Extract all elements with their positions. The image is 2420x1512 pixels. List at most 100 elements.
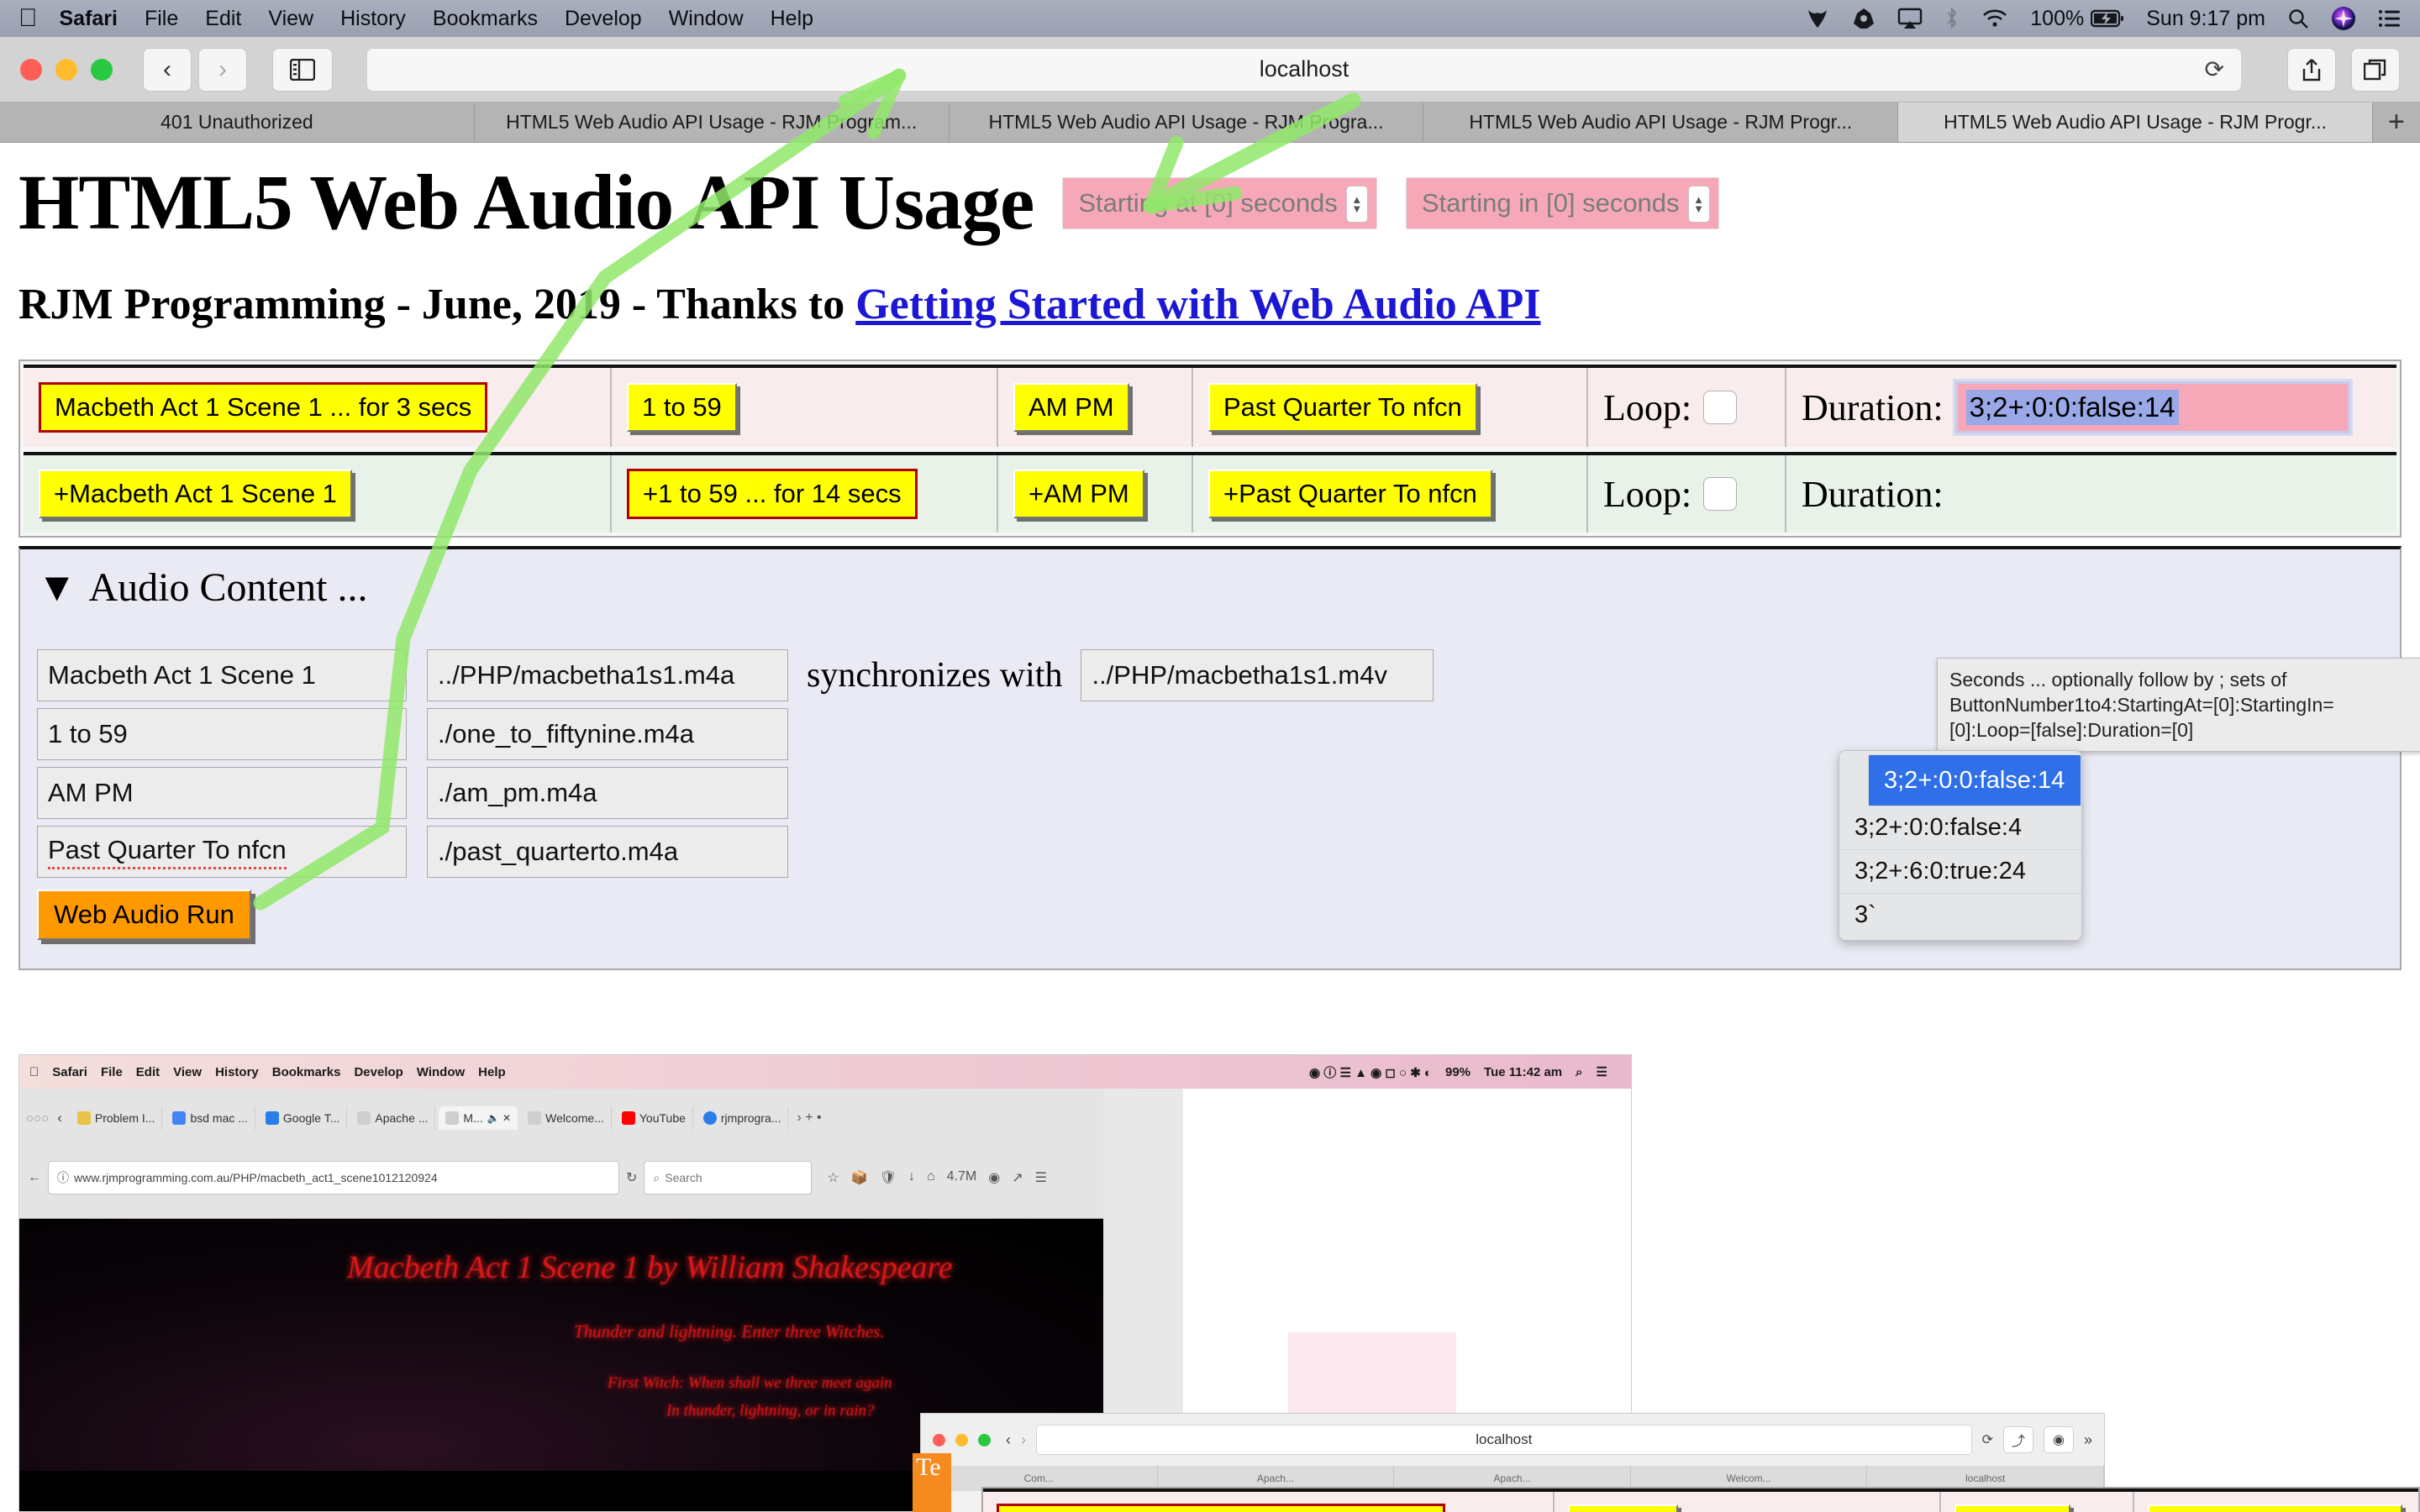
embedded-url-row: ← ⓘ www.rjmprogramming.com.au/PHP/macbet… [19, 1147, 1103, 1208]
macbeth-3secs-button[interactable]: Macbeth Act 1 Scene 1 ... for 3 secs [39, 382, 488, 433]
embedded-address-text: www.rjmprogramming.com.au/PHP/macbeth_ac… [74, 1171, 438, 1184]
autocomplete-item-3[interactable]: 3` [1839, 894, 2081, 937]
past-quarter-to-button[interactable]: Past Quarter To nfcn [1208, 383, 1477, 432]
menu-item-bookmarks[interactable]: Bookmarks [433, 7, 538, 31]
cell-row2-loop: Loop: [1588, 455, 1786, 533]
embedded-search-box: ⌕ Search [644, 1161, 813, 1194]
bluetooth-icon[interactable] [1944, 7, 1960, 30]
tab-4-active[interactable]: HTML5 Web Audio API Usage - RJM Progr... [1898, 102, 2373, 142]
battery-status[interactable]: 100% [2030, 7, 2124, 31]
tab-2[interactable]: HTML5 Web Audio API Usage - RJM Progra..… [949, 102, 1424, 142]
embedded-menu-help: Help [468, 1064, 506, 1079]
cell-row2-button2: +1 to 59 ... for 14 secs [612, 455, 998, 533]
plus-macbeth-button[interactable]: +Macbeth Act 1 Scene 1 [39, 470, 352, 518]
disclosure-triangle-icon[interactable]: ▼ [37, 564, 77, 611]
audio-path-field-0[interactable]: ../PHP/macbetha1s1.m4a [427, 649, 788, 701]
sidebar-icon[interactable] [272, 47, 333, 92]
embedded-menu-history: History [205, 1064, 259, 1079]
am-pm-button[interactable]: AM PM [1013, 383, 1129, 432]
embedded-menu-safari: Safari [43, 1064, 87, 1079]
close-button[interactable] [20, 58, 42, 81]
audio-path-field-3[interactable]: ./past_quarterto.m4a [427, 826, 788, 878]
maximize-button[interactable] [91, 58, 113, 81]
embedded-search-icon: ⌕ [1576, 1064, 1583, 1079]
menu-item-view[interactable]: View [268, 7, 313, 31]
wifi-icon[interactable] [1981, 8, 2008, 29]
tab-overview-icon[interactable] [2351, 47, 2400, 92]
nested-back-icon[interactable]: ‹ [1006, 1431, 1011, 1449]
menu-item-history[interactable]: History [340, 7, 406, 31]
menu-item-file[interactable]: File [145, 7, 178, 31]
video-path-field-0[interactable]: ../PHP/macbetha1s1.m4v [1081, 649, 1434, 701]
apple-icon[interactable]:  [18, 6, 38, 31]
chevron-updown-icon[interactable]: ▲ ▼ [1345, 185, 1368, 223]
web-audio-api-link[interactable]: Getting Started with Web Audio API [855, 281, 1540, 328]
menu-item-window[interactable]: Window [669, 7, 744, 31]
forward-button[interactable]: › [198, 47, 247, 92]
menu-item-develop[interactable]: Develop [565, 7, 642, 31]
menu-item-help[interactable]: Help [771, 7, 813, 31]
new-tab-button[interactable]: + [2372, 102, 2420, 142]
audio-path-field-1[interactable]: ./one_to_fiftynine.m4a [427, 708, 788, 760]
tab-0[interactable]: 401 Unauthorized [0, 102, 475, 142]
video-line-2: First Witch: When shall we three meet ag… [608, 1374, 892, 1392]
autocomplete-item-2[interactable]: 3;2+:6:0:true:24 [1839, 850, 2081, 894]
address-bar[interactable]: localhost ⟳ [366, 47, 2242, 92]
menu-item-safari[interactable]: Safari [60, 7, 118, 31]
starting-at-label: Starting at [0] seconds [1078, 187, 1338, 218]
audio-name-field-1[interactable]: 1 to 59 [37, 708, 407, 760]
back-button[interactable]: ‹ [143, 47, 192, 92]
reload-icon[interactable]: ⟳ [2205, 55, 2224, 83]
airplay-icon[interactable] [1897, 8, 1923, 29]
plus-one-to-59-14secs-button[interactable]: +1 to 59 ... for 14 secs [627, 469, 918, 519]
adblock-icon[interactable] [1852, 7, 1876, 30]
macos-menu-bar:  Safari File Edit View History Bookmark… [0, 0, 2420, 37]
loop-checkbox-row2[interactable] [1703, 477, 1738, 511]
nested-forward-icon[interactable]: › [1021, 1431, 1026, 1449]
subtitle-prefix: RJM Programming - June, 2019 - Thanks to [18, 281, 856, 328]
tab-1[interactable]: HTML5 Web Audio API Usage - RJM Program.… [474, 102, 950, 142]
cell-row2-button1: +Macbeth Act 1 Scene 1 [24, 455, 612, 533]
nested-more-icon[interactable]: » [2084, 1431, 2092, 1449]
plus-am-pm-button[interactable]: +AM PM [1013, 470, 1144, 518]
nested-macbeth-3secs-button[interactable]: Macbeth Act 1 Scene 1 ... for 3 secs [997, 1504, 1446, 1512]
audio-name-field-3[interactable]: Past Quarter To nfcn [37, 826, 407, 878]
share-icon[interactable] [2287, 47, 2336, 92]
autocomplete-item-1[interactable]: 3;2+:0:0:false:4 [1839, 806, 2081, 850]
embedded-apple-icon:  [29, 1065, 39, 1079]
menu-item-edit[interactable]: Edit [205, 7, 241, 31]
duration-autocomplete-list[interactable]: 3;2+:0:0:false:14 3;2+:0:0:false:4 3;2+:… [1839, 750, 2082, 941]
nested-am-pm-button[interactable]: AM PM [1954, 1504, 2070, 1512]
one-to-59-button[interactable]: 1 to 59 [627, 383, 737, 432]
malwarebytes-icon[interactable] [1805, 7, 1830, 30]
web-audio-run-button[interactable]: Web Audio Run [37, 890, 251, 940]
nested-one-to-59-button[interactable]: 1 to 59 [1568, 1504, 1678, 1512]
audio-name-field-2[interactable]: AM PM [37, 767, 407, 819]
menubar-clock[interactable]: Sun 9:17 pm [2146, 7, 2265, 31]
audio-name-field-0[interactable]: Macbeth Act 1 Scene 1 [37, 649, 407, 701]
loop-checkbox-row1[interactable] [1703, 391, 1738, 424]
embedded-menu-bookmarks: Bookmarks [262, 1064, 341, 1079]
nested-address-bar[interactable]: localhost [1036, 1425, 1972, 1455]
nested-share-icon[interactable]: ⤴ [2002, 1426, 2033, 1453]
minimize-button[interactable] [55, 58, 77, 81]
starting-in-select[interactable]: Starting in [0] seconds ▲ ▼ [1405, 176, 1719, 229]
nested-minimize-button[interactable] [955, 1433, 968, 1446]
starting-at-select[interactable]: Starting at [0] seconds ▲ ▼ [1062, 176, 1377, 229]
audio-content-heading-label: Audio Content ... [88, 565, 368, 610]
nested-shield-icon[interactable]: ◉ [2043, 1426, 2074, 1453]
nested-past-quarter-button[interactable]: Past Quarter To nfc [2148, 1504, 2402, 1512]
autocomplete-item-0[interactable]: 3;2+:0:0:false:14 [1868, 754, 2081, 806]
nested-maximize-button[interactable] [978, 1433, 991, 1446]
plus-past-quarter-to-button[interactable]: +Past Quarter To nfcn [1208, 470, 1492, 518]
nested-reload-icon[interactable]: ⟳ [1982, 1431, 1993, 1448]
siri-icon[interactable] [2331, 6, 2356, 31]
control-center-icon[interactable] [2378, 8, 2402, 29]
chevron-updown-icon[interactable]: ▲ ▼ [1687, 185, 1710, 223]
nested-close-button[interactable] [933, 1433, 945, 1446]
audio-content-heading[interactable]: ▼ Audio Content ... [37, 564, 2383, 611]
audio-path-field-2[interactable]: ./am_pm.m4a [427, 767, 788, 819]
tab-3[interactable]: HTML5 Web Audio API Usage - RJM Progr... [1423, 102, 1899, 142]
search-icon[interactable] [2287, 8, 2309, 29]
duration-input-row1[interactable]: 3;2+:0:0:false:14 [1952, 379, 2353, 436]
